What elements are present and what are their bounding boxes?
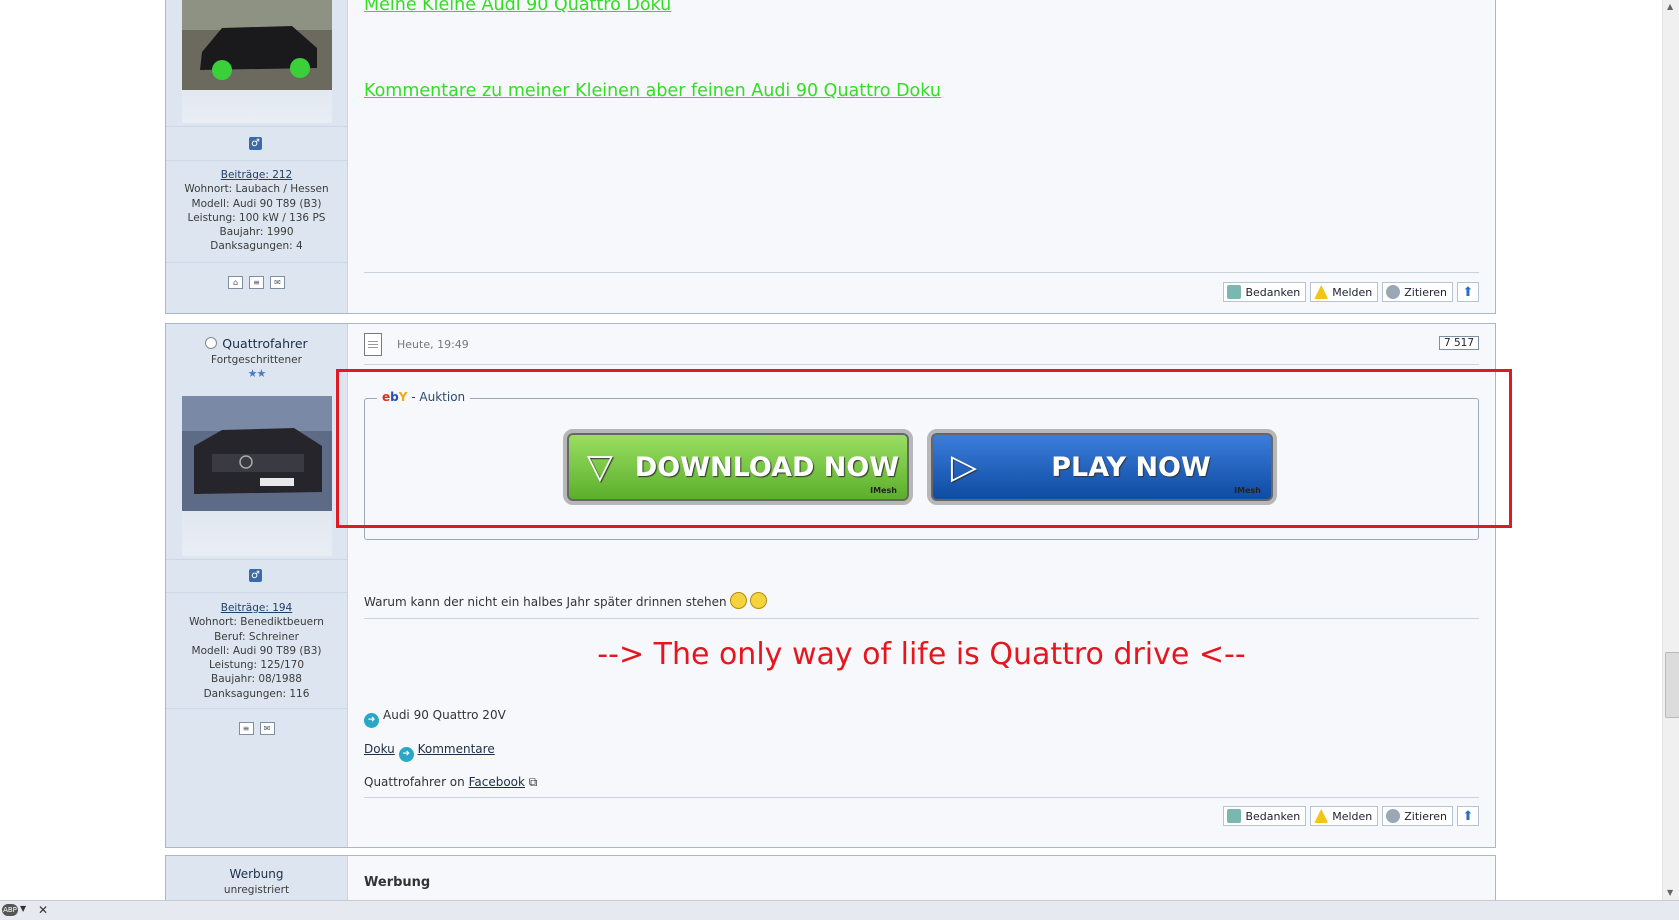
rank-stars-icon: ★★	[247, 367, 267, 380]
male-icon: ♂	[249, 137, 262, 150]
thermometer-smiley-icon	[749, 592, 767, 609]
user-year: Baujahr: 1990	[219, 226, 294, 239]
post-1-actions: Bedanken Melden Zitieren ⬆	[1223, 282, 1479, 304]
user-residence: Wohnort: Laubach / Hessen	[184, 183, 329, 196]
user-thanks: Danksagungen: 116	[203, 687, 310, 700]
email-icon[interactable]: ✉	[270, 276, 285, 289]
post-header: Heute, 19:49 7 517	[364, 324, 1479, 364]
username: Werbung	[229, 867, 284, 881]
scroll-up-arrow-icon[interactable]: ▲	[1667, 2, 1673, 11]
signature-car: ➜ Audi 90 Quattro 20V	[364, 708, 506, 728]
scroll-top-button[interactable]: ⬆	[1457, 806, 1479, 826]
sad-smiley-icon	[729, 592, 747, 609]
quote-button[interactable]: Zitieren	[1382, 282, 1453, 302]
user-job: Beruf: Schreiner	[214, 630, 299, 643]
user-model: Modell: Audi 90 T89 (B3)	[191, 197, 322, 210]
report-button[interactable]: Melden	[1310, 806, 1379, 826]
report-button[interactable]: Melden	[1310, 282, 1379, 302]
facebook-link[interactable]: Facebook	[469, 775, 525, 789]
scroll-top-button[interactable]: ⬆	[1457, 282, 1479, 302]
arrow-up-icon: ⬆	[1462, 284, 1474, 300]
username[interactable]: Quattrofahrer	[166, 336, 347, 351]
scroll-down-arrow-icon[interactable]: ▼	[1667, 888, 1673, 897]
offline-status-icon	[205, 337, 218, 349]
thumb-up-icon	[1227, 285, 1242, 299]
thank-button[interactable]: Bedanken	[1223, 806, 1307, 826]
post-date: Heute, 19:49	[397, 338, 469, 351]
posts-count-link[interactable]: Beiträge: 194	[221, 602, 293, 614]
profile-card-icon[interactable]: ≡	[238, 722, 254, 735]
user-contact-icons: ≡ ✉	[166, 721, 347, 735]
doku-link[interactable]: Doku	[364, 742, 395, 756]
post-3-content: Werbung	[364, 856, 1479, 900]
warning-icon	[1314, 285, 1329, 299]
user-residence: Wohnort: Benediktbeuern	[189, 616, 324, 629]
post-1: ♂ Beiträge: 212 Wohnort: Laubach / Hesse…	[165, 0, 1496, 314]
signature-links: Doku ➜ Kommentare	[364, 742, 495, 762]
external-link-icon: ⧉	[524, 775, 538, 789]
avatar-car-image	[182, 396, 332, 511]
user-contact-icons: ⌂ ≡ ✉	[166, 275, 347, 289]
email-icon[interactable]: ✉	[259, 722, 275, 735]
user-rank: Fortgeschrittener	[211, 354, 302, 366]
kommentare-link[interactable]: Kommentare zu meiner Kleinen aber feinen…	[364, 81, 941, 101]
homepage-icon[interactable]: ⌂	[228, 276, 243, 289]
avatar[interactable]	[182, 396, 332, 556]
warning-icon	[1314, 809, 1329, 823]
post-document-icon	[364, 333, 382, 356]
user-power: Leistung: 100 kW / 136 PS	[187, 211, 326, 224]
posts-count-link[interactable]: Beiträge: 212	[221, 169, 293, 181]
post-3-advertisement: Werbung unregistriert Werbung	[165, 855, 1496, 900]
post-number-link[interactable]: 7 517	[1438, 336, 1479, 350]
post-2-userinfo: Quattrofahrer Fortgeschrittener ★★ ♂ Bei…	[166, 324, 348, 847]
avatar-car-image	[182, 0, 332, 90]
chevron-down-icon[interactable]: ▼	[20, 904, 26, 913]
highlight-box	[336, 369, 1512, 528]
browser-statusbar: ABP ▼ ✕	[0, 900, 1679, 920]
quote-button[interactable]: Zitieren	[1382, 806, 1453, 826]
profile-card-icon[interactable]: ≡	[249, 276, 264, 289]
arrow-right-icon: ➜	[364, 713, 379, 728]
male-icon: ♂	[249, 569, 262, 582]
user-model: Modell: Audi 90 T89 (B3)	[191, 644, 322, 657]
kommentare-link[interactable]: Kommentare	[418, 742, 495, 756]
signature-facebook: Quattrofahrer on Facebook ⧉	[364, 775, 538, 789]
arrow-up-icon: ⬆	[1462, 808, 1474, 824]
user-meta: Beiträge: 212 Wohnort: Laubach / Hessen …	[166, 168, 347, 254]
arrow-right-icon: ➜	[398, 747, 414, 762]
thumb-up-icon	[1227, 809, 1242, 823]
post-message: Warum kann der nicht ein halbes Jahr spä…	[364, 592, 767, 609]
scrollbar-thumb[interactable]	[1665, 652, 1679, 718]
post-1-content: Meine Kleine Audi 90 Quattro Doku Kommen…	[364, 0, 1479, 313]
close-icon[interactable]: ✕	[38, 903, 48, 917]
quote-icon	[1386, 809, 1401, 823]
thank-button[interactable]: Bedanken	[1223, 282, 1307, 302]
adblock-icon[interactable]: ABP	[2, 904, 18, 916]
post-3-userinfo: Werbung unregistriert	[166, 856, 348, 900]
user-rank: unregistriert	[223, 884, 290, 896]
post-2-actions: Bedanken Melden Zitieren ⬆	[1223, 806, 1479, 828]
user-meta: Beiträge: 194 Wohnort: Benediktbeuern Be…	[166, 601, 347, 701]
user-thanks: Danksagungen: 4	[210, 240, 303, 253]
vertical-scrollbar[interactable]: ▲ ▼	[1662, 0, 1679, 900]
ad-title: Werbung	[364, 875, 431, 890]
signature-motto: --> The only way of life is Quattro driv…	[597, 637, 1246, 672]
avatar[interactable]	[182, 0, 332, 123]
quote-icon	[1386, 285, 1401, 299]
user-power: Leistung: 125/170	[208, 659, 305, 672]
post-1-userinfo: ♂ Beiträge: 212 Wohnort: Laubach / Hesse…	[166, 0, 348, 313]
doku-link[interactable]: Meine Kleine Audi 90 Quattro Doku	[364, 0, 671, 15]
user-year: Baujahr: 08/1988	[211, 673, 302, 686]
